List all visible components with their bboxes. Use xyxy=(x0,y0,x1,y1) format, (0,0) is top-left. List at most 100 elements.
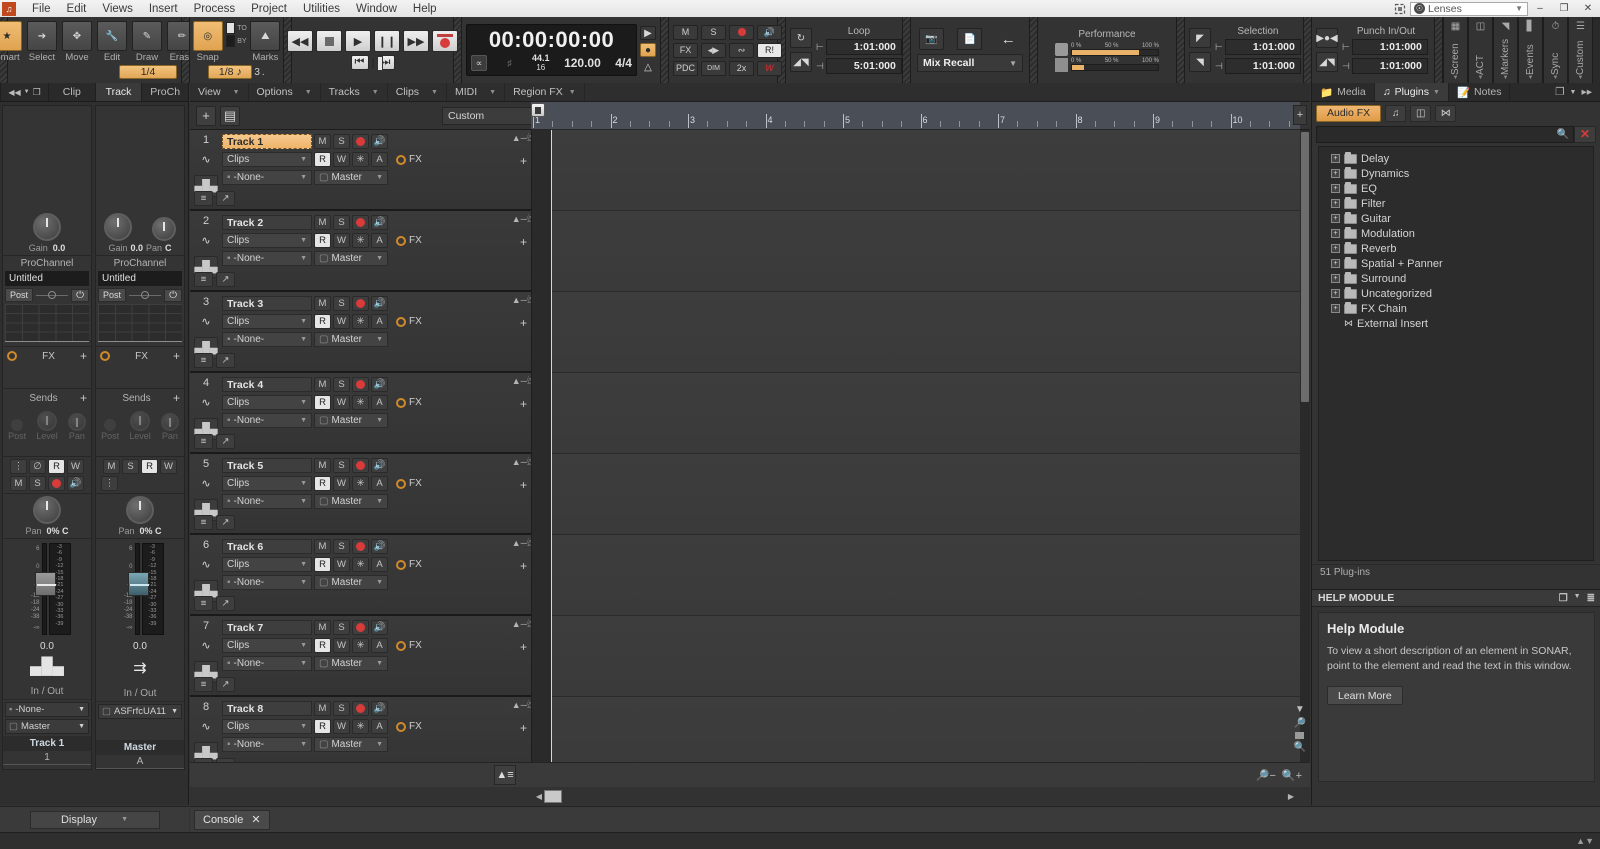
routing-arrows-icon-2[interactable]: ⇉ xyxy=(96,654,184,686)
track-archive-button[interactable]: A xyxy=(371,638,388,653)
output-select-1[interactable]: ▢ Master ▼ xyxy=(5,719,89,734)
meter-value[interactable]: 4/4 xyxy=(615,56,632,70)
global-record-arm-button[interactable] xyxy=(729,24,754,40)
selection-to-icon[interactable]: ◥ xyxy=(1189,52,1211,72)
track-output-dropdown[interactable]: ▢ Master ▼ xyxy=(314,332,388,347)
time-display[interactable]: 00:00:00:00 ∝ ♯ 44.1 16 120.00 4/4 xyxy=(466,24,637,76)
plugin-folder-item[interactable]: + Filter xyxy=(1319,196,1593,211)
clip-lane[interactable] xyxy=(551,373,1310,454)
track-archive-button[interactable]: A xyxy=(371,476,388,491)
track-name-field[interactable]: Track 2 xyxy=(222,215,312,230)
track-type-icon[interactable]: ∿ xyxy=(194,634,218,656)
track-mute-button[interactable]: M xyxy=(314,701,331,716)
track-write-automation-button[interactable]: W xyxy=(333,152,350,167)
console-tab[interactable]: Console ✕ xyxy=(194,809,270,830)
track-output-dropdown[interactable]: ▢ Master ▼ xyxy=(314,494,388,509)
track-input-dropdown[interactable]: ▪ -None- ▼ xyxy=(222,413,312,428)
clip-lane[interactable] xyxy=(551,697,1310,764)
close-icon[interactable]: ✕ xyxy=(251,813,260,826)
track-header[interactable]: 2 ∿ ▄█▄ Track 2 M S 🔊 Clips ▼ R W ✳ A FX ▪ -None- ▼ ▢ Mast… xyxy=(190,211,531,292)
track-fx-bin[interactable]: FX xyxy=(396,640,422,651)
punch-start-field[interactable]: 1:01:000 xyxy=(1351,39,1428,55)
plugin-folder-item[interactable]: + Uncategorized xyxy=(1319,286,1593,301)
snap-toggle[interactable]: ◎ Snap xyxy=(192,21,223,63)
mix-recall-module-grip[interactable] xyxy=(903,17,910,83)
track-input-echo-button[interactable]: 🔊 xyxy=(371,701,388,716)
window-maximize-button[interactable]: ❐ xyxy=(1552,1,1576,17)
selection-from-icon[interactable]: ◤ xyxy=(1189,28,1211,48)
tv-menu-clips[interactable]: Clips ▼ xyxy=(388,83,447,101)
send-post-toggle-2[interactable] xyxy=(104,419,117,431)
marks-button[interactable]: ⛰ Marks xyxy=(250,21,281,63)
track-header[interactable]: 3 ∿ ▄█▄ Track 3 M S 🔊 Clips ▼ R W ✳ A FX ▪ -None- ▼ ▢ Mast… xyxy=(190,292,531,373)
track-input-echo-button[interactable]: 🔊 xyxy=(371,620,388,635)
track-automation-button[interactable]: ↗ xyxy=(216,191,235,206)
vertical-scrollbar[interactable] xyxy=(1300,130,1310,764)
plugin-folder-item[interactable]: + Guitar xyxy=(1319,211,1593,226)
track-read-automation-button[interactable]: R xyxy=(314,719,331,734)
track-read-automation-button[interactable]: R xyxy=(314,476,331,491)
module-events[interactable]: ▋ Events ▼ xyxy=(1518,17,1543,83)
track-write-automation-button[interactable]: W xyxy=(333,638,350,653)
record-small-icon[interactable]: ● xyxy=(640,43,656,57)
pdc-button[interactable]: PDC xyxy=(673,60,698,76)
window-minimize-button[interactable]: – xyxy=(1528,1,1552,17)
snap-by-toggle[interactable] xyxy=(226,35,236,47)
automation-button[interactable]: ∾ xyxy=(729,42,754,58)
status-scroll-icon[interactable]: ▲▼ xyxy=(1576,836,1594,846)
mix-recall-dropdown[interactable]: Mix Recall ▼ xyxy=(917,54,1023,72)
input-select-1[interactable]: ▪ -None- ▼ xyxy=(5,702,89,717)
tool-select[interactable]: ➔ Select xyxy=(27,21,58,63)
menu-help[interactable]: Help xyxy=(405,2,445,16)
track-mute-button[interactable]: M xyxy=(314,296,331,311)
track-read-automation-button[interactable]: R xyxy=(314,395,331,410)
gain-knob-1[interactable] xyxy=(33,213,61,241)
module-markers[interactable]: ◥ Markers ▼ xyxy=(1493,17,1518,83)
mix-module-grip[interactable] xyxy=(661,17,668,83)
fx-power-icon[interactable] xyxy=(396,235,406,246)
metronome-icon[interactable]: △ xyxy=(640,60,656,74)
track-read-automation-button[interactable]: R xyxy=(314,557,331,572)
track-output-dropdown[interactable]: ▢ Master ▼ xyxy=(314,413,388,428)
fx-power-icon[interactable] xyxy=(396,397,406,408)
track-name-field[interactable]: Track 7 xyxy=(222,620,312,635)
track-type-icon[interactable]: ∿ xyxy=(194,148,218,170)
snap-resolution-dropdown[interactable]: 1/8 ♪ xyxy=(208,65,253,79)
add-track-button[interactable]: + xyxy=(196,105,216,126)
track-solo-button[interactable]: S xyxy=(333,539,350,554)
track-fx-bin[interactable]: FX xyxy=(396,478,422,489)
track-header[interactable]: 7 ∿ ▄█▄ Track 7 M S 🔊 Clips ▼ R W ✳ A FX ▪ -None- ▼ ▢ Mast… xyxy=(190,616,531,697)
horizontal-scrollbar-thumb[interactable] xyxy=(544,789,562,803)
record-arm-button-1[interactable] xyxy=(48,476,65,491)
browser-tab-media[interactable]: 📁 Media xyxy=(1312,83,1375,101)
track-archive-button[interactable]: A xyxy=(371,557,388,572)
menu-process[interactable]: Process xyxy=(186,2,244,16)
track-type-icon[interactable]: ∿ xyxy=(194,229,218,251)
module-sync[interactable]: ⏱ Sync ▼ xyxy=(1543,17,1568,83)
module-act[interactable]: ◫ ACT ▼ xyxy=(1468,17,1493,83)
fx-power-icon[interactable] xyxy=(396,154,406,165)
menu-views[interactable]: Views xyxy=(94,2,140,16)
menu-window[interactable]: Window xyxy=(348,2,405,16)
track-output-dropdown[interactable]: ▢ Master ▼ xyxy=(314,170,388,185)
inspector-tab-proch[interactable]: ProCh xyxy=(141,83,188,101)
track-fx-bin[interactable]: FX xyxy=(396,721,422,732)
plugin-folder-item[interactable]: + FX Chain xyxy=(1319,301,1593,316)
module-custom[interactable]: ☰ Custom ▼ xyxy=(1568,17,1593,83)
track-input-dropdown[interactable]: ▪ -None- ▼ xyxy=(222,332,312,347)
inspector-tab-track[interactable]: Track xyxy=(94,83,142,101)
module-screen[interactable]: ▦ Screen ▼ xyxy=(1443,17,1468,83)
track-lane-dropdown[interactable]: Clips ▼ xyxy=(222,233,312,248)
track-header[interactable]: 8 ∿ ▄█▄ Track 8 M S 🔊 Clips ▼ R W ✳ A FX ▪ -None- ▼ ▢ Mast… xyxy=(190,697,531,764)
track-automation-button[interactable]: ↗ xyxy=(216,353,235,368)
track-mute-button[interactable]: M xyxy=(314,377,331,392)
interleave-button-2[interactable]: ⋮ xyxy=(101,476,118,491)
loop-toggle-icon[interactable]: ↻ xyxy=(790,28,812,48)
zoom-in-vertical-icon[interactable]: 🔍 xyxy=(1294,742,1306,753)
gain-knob-2[interactable] xyxy=(104,213,132,241)
vertical-scrollbar-thumb[interactable] xyxy=(1301,132,1309,402)
send-level-knob-1[interactable] xyxy=(37,411,57,431)
global-audible-button[interactable]: 🔊 xyxy=(757,24,782,40)
track-header[interactable]: 4 ∿ ▄█▄ Track 4 M S 🔊 Clips ▼ R W ✳ A FX ▪ -None- ▼ ▢ Mast… xyxy=(190,373,531,454)
expand-icon[interactable]: + xyxy=(1331,274,1340,283)
